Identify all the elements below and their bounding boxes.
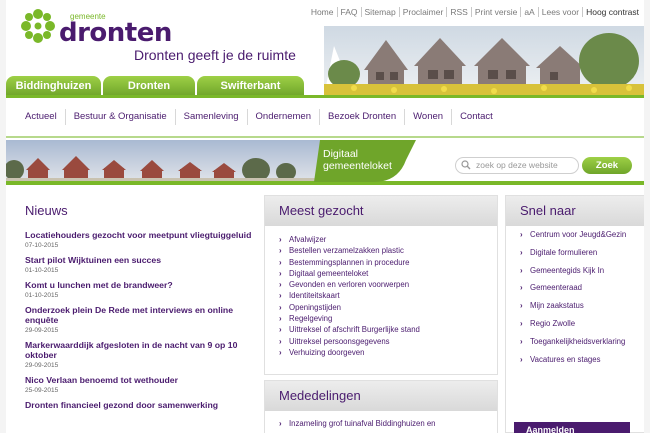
news-date: 29-09-2015 [25, 327, 59, 334]
list-item[interactable]: Mijn zaakstatus [520, 301, 644, 311]
news-title[interactable]: Nico Verlaan benoemd tot wethouder [25, 375, 255, 385]
tab-dronten[interactable]: Dronten [103, 76, 195, 96]
list-item[interactable]: Uittreksel of afschrift Burgerlijke stan… [279, 324, 497, 336]
news-title[interactable]: Markerwaarddijk afgesloten in de nacht v… [25, 340, 255, 360]
list-item[interactable]: Centrum voor Jeugd&Gezin [520, 230, 644, 240]
meest-gezocht-list: Afvalwijzer Bestellen verzamelzakken pla… [265, 226, 497, 359]
list-item[interactable]: Bestemmingsplannen in procedure [279, 257, 497, 269]
snel-naar-panel: Snel naar Centrum voor Jeugd&Gezin Digit… [505, 195, 644, 433]
search-input[interactable]: zoek op deze website [455, 157, 579, 174]
loket-line2: gemeenteloket [323, 160, 392, 172]
digitaal-gemeenteloket-link[interactable]: Digitaal gemeenteloket [323, 148, 392, 172]
toplink-lees-voor[interactable]: Lees voor [537, 7, 582, 17]
list-item[interactable]: Toegankelijkheidsverklaring [520, 337, 644, 347]
nav-wonen[interactable]: Wonen [404, 109, 451, 125]
mededeling-item[interactable]: Inzameling grof tuinafval Biddinghuizen … [265, 411, 497, 428]
neighbourhood-tabs: Biddinghuizen Dronten Swifterbant [6, 76, 306, 96]
toplink-print[interactable]: Print versie [470, 7, 521, 17]
news-item[interactable]: Onderzoek plein De Rede met interviews e… [25, 305, 255, 334]
toplink-faq[interactable]: FAQ [336, 7, 361, 17]
tab-biddinghuizen[interactable]: Biddinghuizen [6, 76, 101, 96]
nav-ondernemen[interactable]: Ondernemen [246, 109, 319, 125]
toplink-hoog-contrast[interactable]: Hoog contrast [582, 7, 642, 17]
tagline: Dronten geeft je de ruimte [134, 47, 296, 63]
news-item[interactable]: Dronten financieel gezond door samenwerk… [25, 400, 255, 410]
list-item[interactable]: Gemeentegids Kijk In [520, 266, 644, 276]
snel-naar-heading: Snel naar [506, 196, 644, 226]
toplink-proclaimer[interactable]: Proclaimer [398, 7, 447, 17]
list-item[interactable]: Gevonden en verloren voorwerpen [279, 279, 497, 291]
news-date: 01-10-2015 [25, 267, 59, 274]
news-title[interactable]: Locatiehouders gezocht voor meetpunt vli… [25, 230, 255, 240]
news-title[interactable]: Dronten financieel gezond door samenwerk… [25, 400, 255, 410]
gemeente-dronten-logo-icon [21, 9, 55, 43]
nav-contact[interactable]: Contact [451, 109, 501, 125]
mededelingen-panel: Mededelingen Inzameling grof tuinafval B… [264, 380, 498, 433]
news-date: 29-09-2015 [25, 362, 59, 369]
page: gemeente dronten Dronten geeft je de rui… [6, 0, 644, 433]
list-item[interactable]: Uittreksel persoonsgegevens [279, 336, 497, 348]
news-title[interactable]: Komt u lunchen met de brandweer? [25, 280, 255, 290]
list-item[interactable]: Afvalwijzer [279, 234, 497, 246]
news-section: Nieuws Locatiehouders gezocht voor meetp… [25, 203, 255, 416]
list-item[interactable]: Vacatures en stages [520, 355, 644, 365]
toplink-text-size[interactable]: aA [520, 7, 537, 17]
list-item[interactable]: Digitale formulieren [520, 248, 644, 258]
news-date: 01-10-2015 [25, 292, 59, 299]
list-item[interactable]: Openingstijden [279, 302, 497, 314]
list-item[interactable]: Verhuizing doorgeven [279, 347, 497, 359]
logo-name: dronten [59, 18, 172, 48]
toplink-home[interactable]: Home [308, 7, 337, 17]
hero-houses-photo [324, 26, 644, 96]
news-date: 07-10-2015 [25, 242, 59, 249]
news-title[interactable]: Onderzoek plein De Rede met interviews e… [25, 305, 255, 325]
list-item[interactable]: Bestellen verzamelzakken plastic [279, 245, 497, 257]
news-item[interactable]: Komt u lunchen met de brandweer? 01-10-2… [25, 280, 255, 299]
toplink-rss[interactable]: RSS [446, 7, 470, 17]
news-title[interactable]: Start pilot Wijktuinen een succes [25, 255, 255, 265]
nav-bezoek-dronten[interactable]: Bezoek Dronten [319, 109, 404, 125]
nav-actueel[interactable]: Actueel [17, 109, 65, 125]
meest-gezocht-panel: Meest gezocht Afvalwijzer Bestellen verz… [264, 195, 498, 375]
news-date: 25-09-2015 [25, 387, 59, 394]
nav-bestuur[interactable]: Bestuur & Organisatie [64, 109, 175, 125]
aanmelden-button[interactable]: Aanmelden [514, 422, 630, 433]
list-item[interactable]: Regelgeving [279, 313, 497, 325]
snel-naar-list: Centrum voor Jeugd&Gezin Digitale formul… [506, 226, 644, 364]
logo[interactable]: gemeente dronten [18, 6, 172, 48]
news-item[interactable]: Locatiehouders gezocht voor meetpunt vli… [25, 230, 255, 249]
news-heading: Nieuws [25, 203, 68, 218]
news-item[interactable]: Markerwaarddijk afgesloten in de nacht v… [25, 340, 255, 369]
toplink-sitemap[interactable]: Sitemap [360, 7, 399, 17]
list-item[interactable]: Identiteitskaart [279, 290, 497, 302]
loket-line1: Digitaal [323, 148, 359, 160]
meest-gezocht-heading: Meest gezocht [265, 196, 497, 226]
nav-samenleving[interactable]: Samenleving [174, 109, 247, 125]
news-item[interactable]: Nico Verlaan benoemd tot wethouder 25-09… [25, 375, 255, 394]
list-item[interactable]: Gemeenteraad [520, 283, 644, 293]
news-item[interactable]: Start pilot Wijktuinen een succes 01-10-… [25, 255, 255, 274]
top-links: Home FAQ Sitemap Proclaimer RSS Print ve… [308, 7, 642, 17]
mededelingen-heading: Mededelingen [265, 381, 497, 411]
tab-swifterbant[interactable]: Swifterbant [197, 76, 304, 96]
search-button[interactable]: Zoek [582, 157, 632, 174]
main-nav: Actueel Bestuur & Organisatie Samenlevin… [6, 98, 644, 138]
search-icon [461, 160, 471, 170]
list-item[interactable]: Regio Zwolle [520, 319, 644, 329]
list-item[interactable]: Digitaal gemeenteloket [279, 268, 497, 280]
